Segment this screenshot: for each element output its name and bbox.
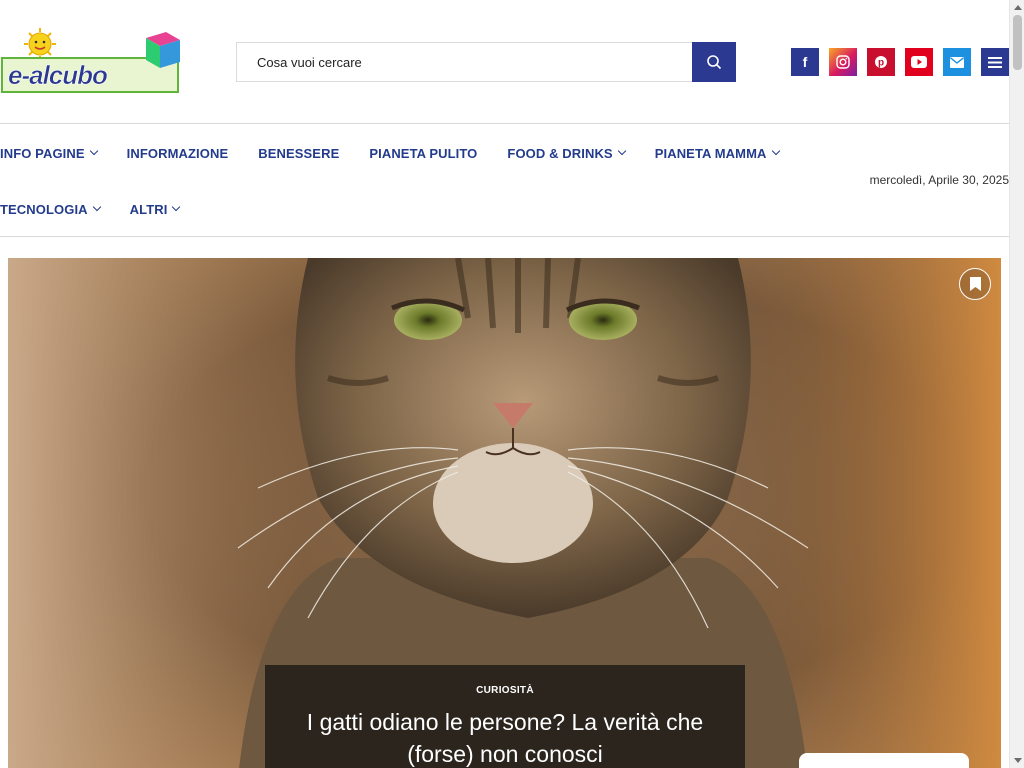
category-label[interactable]: CURIOSITÀ [265, 685, 745, 696]
nav-item-tecnologia[interactable]: TECNOLOGIA [0, 201, 101, 217]
nav-label: FOOD & DRINKS [507, 145, 613, 161]
scroll-up-arrow-icon[interactable] [1010, 0, 1024, 15]
nav-row-secondary: TECNOLOGIA ALTRI [0, 181, 209, 237]
hamburger-glyph [988, 56, 1002, 68]
floating-widget[interactable] [799, 753, 969, 768]
social-links: f p [791, 48, 1009, 76]
nav-row-primary: INFO PAGINE INFORMAZIONE BENESSERE PIANE… [0, 125, 809, 181]
site-header: e-alcubo f p [0, 0, 1009, 124]
nav-label: INFO PAGINE [0, 145, 85, 161]
nav-item-benessere[interactable]: BENESSERE [258, 146, 339, 161]
instagram-glyph [836, 55, 850, 69]
bookmark-icon [969, 277, 981, 291]
nav-item-pianeta-mamma[interactable]: PIANETA MAMMA [654, 145, 780, 161]
chevron-down-icon [771, 146, 780, 156]
page-scrollbar[interactable] [1009, 0, 1024, 768]
bookmark-button[interactable] [959, 268, 991, 300]
search-bar [236, 42, 736, 82]
nav-item-info-pagine[interactable]: INFO PAGINE [0, 145, 98, 161]
envelope-glyph [950, 56, 964, 68]
nav-item-food-drinks[interactable]: FOOD & DRINKS [507, 145, 626, 161]
featured-caption: CURIOSITÀ I gatti odiano le persone? La … [265, 665, 745, 768]
nav-item-altri[interactable]: ALTRI [129, 201, 181, 217]
nav-label: PIANETA MAMMA [654, 145, 767, 161]
facebook-icon[interactable]: f [791, 48, 819, 76]
search-input[interactable] [237, 43, 692, 81]
featured-article[interactable]: CURIOSITÀ I gatti odiano le persone? La … [8, 258, 1001, 768]
svg-text:e-alcubo: e-alcubo [8, 60, 108, 90]
email-icon[interactable] [943, 48, 971, 76]
nav-item-informazione[interactable]: INFORMAZIONE [127, 146, 229, 161]
scrollbar-thumb[interactable] [1013, 15, 1022, 70]
nav-label: ALTRI [129, 201, 168, 217]
svg-text:p: p [878, 58, 884, 69]
main-navigation: INFO PAGINE INFORMAZIONE BENESSERE PIANE… [0, 125, 1009, 237]
search-button[interactable] [692, 42, 736, 82]
instagram-icon[interactable] [829, 48, 857, 76]
search-icon [707, 55, 722, 70]
nav-label: INFORMAZIONE [126, 145, 229, 161]
page: e-alcubo f p [0, 0, 1009, 768]
logo-graphic: e-alcubo [1, 28, 180, 93]
hamburger-menu-icon[interactable] [981, 48, 1009, 76]
scroll-down-arrow-icon[interactable] [1010, 753, 1024, 768]
youtube-icon[interactable] [905, 48, 933, 76]
nav-label: TECNOLOGIA [0, 201, 88, 217]
nav-label: PIANETA PULITO [369, 145, 478, 161]
chevron-down-icon [617, 146, 626, 156]
pinterest-icon[interactable]: p [867, 48, 895, 76]
chevron-down-icon [172, 202, 181, 212]
chevron-down-icon [92, 202, 101, 212]
current-date: mercoledì, Aprile 30, 2025 [869, 173, 1009, 187]
pinterest-glyph: p [875, 56, 887, 69]
nav-item-pianeta-pulito[interactable]: PIANETA PULITO [369, 146, 477, 161]
article-title[interactable]: I gatti odiano le persone? La verità che… [265, 706, 745, 768]
site-logo[interactable]: e-alcubo [0, 28, 182, 96]
nav-label: BENESSERE [258, 145, 340, 161]
chevron-down-icon [89, 146, 98, 156]
youtube-glyph [911, 56, 927, 68]
